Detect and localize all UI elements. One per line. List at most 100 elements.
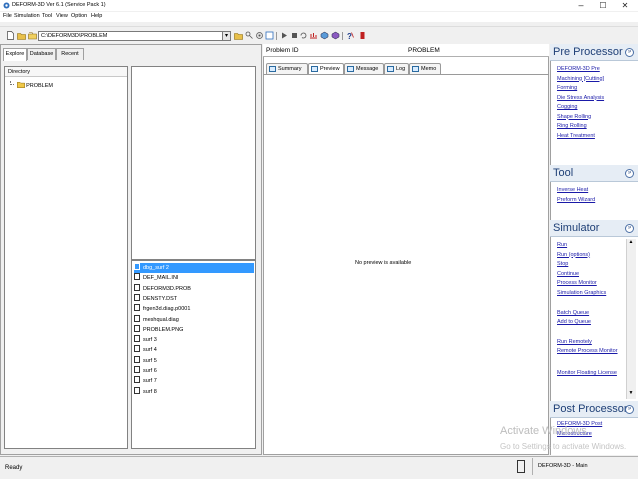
file-icon <box>134 273 140 281</box>
tree-item-problem[interactable]: PROBLEM <box>10 81 53 89</box>
tab-divider <box>263 74 549 75</box>
file-icon <box>134 314 140 322</box>
pre-processor-header[interactable]: Pre Processor » <box>550 44 638 61</box>
file-list-item[interactable]: meshqual.diag <box>134 314 254 325</box>
simulator-link[interactable]: Batch Queue <box>557 310 589 316</box>
file-list-item[interactable]: surf 4 <box>134 345 254 355</box>
file-list-item[interactable]: DEF_MAIL.INI <box>134 273 254 283</box>
tab-message[interactable]: Message <box>344 63 384 74</box>
pre-processor-link[interactable]: Cogging <box>557 104 578 110</box>
simulator-link[interactable]: Continue <box>557 271 579 277</box>
tab-preview[interactable]: Preview <box>308 63 344 74</box>
file-icon <box>134 376 140 384</box>
pre-processor-link[interactable]: Heat Treatment <box>557 133 595 139</box>
post-processor-header[interactable]: Post Processor » <box>550 401 638 418</box>
directory-header: Directory <box>5 67 127 77</box>
menu-option[interactable]: Option <box>71 13 87 19</box>
collapse-chevron-icon[interactable]: » <box>625 224 634 233</box>
post-processor-icon[interactable] <box>331 31 340 40</box>
path-combobox[interactable]: C:\DEFORM3D\PROBLEM <box>38 31 231 41</box>
tab-log[interactable]: Log <box>384 63 409 74</box>
file-icon <box>134 386 140 394</box>
simulator-link[interactable]: Remote Process Monitor <box>557 348 618 354</box>
stop-icon[interactable] <box>290 31 299 40</box>
file-list-item[interactable]: DEFORM3D.PROB <box>134 283 254 294</box>
simulator-link[interactable]: Simulation Graphics <box>557 290 606 296</box>
path-dropdown-button[interactable]: ▾ <box>222 31 231 41</box>
file-list-item[interactable]: frgen3d.diag.p0001 <box>134 304 254 314</box>
file-list-item[interactable]: surf 6 <box>134 366 254 376</box>
pre-processor-link[interactable]: Die Stress Analysis <box>557 95 604 101</box>
file-icon <box>134 283 140 291</box>
collapse-chevron-icon[interactable]: » <box>625 169 634 178</box>
directory-icon[interactable] <box>28 31 37 40</box>
tab-summary-label: Summary <box>278 66 302 72</box>
file-icon <box>134 263 140 270</box>
menu-tool[interactable]: Tool <box>42 13 52 19</box>
tab-explore[interactable]: Explore <box>3 48 27 61</box>
collapse-chevron-icon[interactable]: » <box>625 405 634 414</box>
file-list[interactable]: dbg_surf 2 DEF_MAIL.INI DEFORM3D.PROB DENST… <box>131 260 256 449</box>
menu-help[interactable]: Help <box>91 13 102 19</box>
folder-up-icon[interactable] <box>234 31 243 40</box>
file-list-item[interactable]: surf 5 <box>134 355 254 366</box>
exit-icon[interactable] <box>358 31 367 40</box>
simulator-link[interactable]: Add to Queue <box>557 319 591 325</box>
tool-link[interactable]: Inverse Heat <box>557 187 588 193</box>
simulator-link[interactable]: Process Monitor <box>557 280 597 286</box>
file-name: DEFORM3D.PROB <box>143 285 191 292</box>
status-text: Ready <box>5 465 23 471</box>
simulator-link[interactable]: Run Remotely <box>557 339 592 345</box>
file-icon <box>134 345 140 353</box>
key-icon[interactable] <box>245 31 254 40</box>
process-monitor-icon[interactable] <box>309 31 318 40</box>
menu-view[interactable]: View <box>56 13 68 19</box>
continue-icon[interactable] <box>299 31 308 40</box>
pre-processor-link[interactable]: Ring Rolling <box>557 123 587 129</box>
file-list-item[interactable]: surf 8 <box>134 386 254 397</box>
simulator-header[interactable]: Simulator » <box>550 220 638 237</box>
new-file-icon[interactable] <box>6 31 15 40</box>
maximize-button[interactable]: ☐ <box>592 0 614 11</box>
simulator-scrollbar[interactable] <box>626 239 636 399</box>
help-icon[interactable]: ? <box>346 31 355 40</box>
close-button[interactable]: ✕ <box>614 0 636 11</box>
simulator-link[interactable]: Monitor Floating License <box>557 370 617 376</box>
settings-icon[interactable] <box>255 31 264 40</box>
minimize-button[interactable]: – <box>570 0 592 11</box>
menu-simulation[interactable]: Simulation <box>14 13 40 19</box>
collapse-chevron-icon[interactable]: » <box>625 48 634 57</box>
tool-link[interactable]: Preform Wizard <box>557 197 595 203</box>
run-icon[interactable] <box>280 31 289 40</box>
file-list-item[interactable]: PROBLEM.PNG <box>134 324 254 335</box>
tab-database[interactable]: Database <box>27 48 56 60</box>
graphics-icon[interactable] <box>320 31 329 40</box>
activation-watermark-title: Activate Windows <box>500 425 587 437</box>
tool-header[interactable]: Tool » <box>550 165 638 182</box>
preview-message: No preview is available <box>355 260 412 266</box>
pre-processor-link[interactable]: Shape Rolling <box>557 114 591 120</box>
scroll-up-arrow-icon[interactable]: ▲ <box>626 239 636 247</box>
toolbar-separator <box>276 32 277 40</box>
file-list-item[interactable]: DENSTY.DST <box>134 293 254 304</box>
file-list-item[interactable]: dbg_surf 2 <box>134 263 254 273</box>
menu-file[interactable]: File <box>3 13 12 19</box>
tree-connector <box>10 81 14 85</box>
simulator-link[interactable]: Stop <box>557 261 568 267</box>
folder-list[interactable] <box>131 66 256 260</box>
simulator-link[interactable]: Run (options) <box>557 252 590 258</box>
open-folder-icon[interactable] <box>17 31 26 40</box>
pre-processor-link[interactable]: Machining [Cutting] <box>557 76 604 82</box>
scroll-down-arrow-icon[interactable]: ▼ <box>626 390 636 398</box>
file-name: frgen3d.diag.p0001 <box>143 306 191 313</box>
file-list-item[interactable]: surf 7 <box>134 376 254 386</box>
tab-memo[interactable]: Memo <box>409 63 441 74</box>
pre-processor-link[interactable]: Forming <box>557 85 577 91</box>
file-list-item[interactable]: surf 3 <box>134 335 254 345</box>
post-processor-title: Post Processor <box>553 403 628 415</box>
tab-recent[interactable]: Recent <box>56 48 84 60</box>
simulator-link[interactable]: Run <box>557 242 567 248</box>
pre-processor-link[interactable]: DEFORM-3D Pre <box>557 66 600 72</box>
window-icon[interactable] <box>265 31 274 40</box>
tab-summary[interactable]: Summary <box>266 63 308 74</box>
